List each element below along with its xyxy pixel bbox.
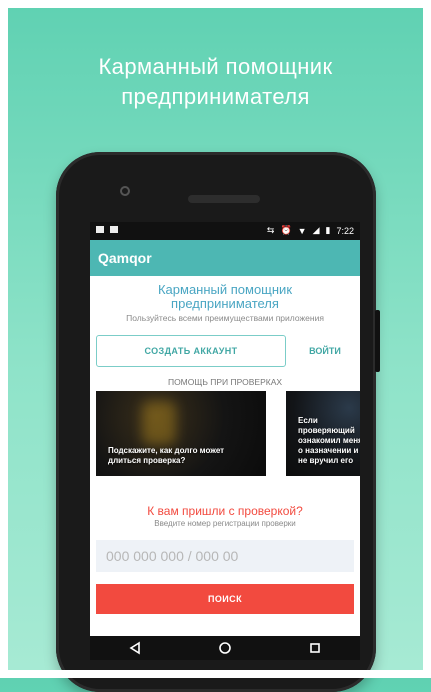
hero-subtitle: Пользуйтесь всеми преимуществами приложе… [126, 313, 324, 323]
help-card-1[interactable]: Подскажите, как долго может длиться пров… [96, 391, 266, 476]
alarm-icon: ⏰ [280, 225, 292, 235]
wifi-icon: ▼ [297, 225, 307, 236]
login-button[interactable]: ВОЙТИ [300, 335, 350, 367]
help-card-text: Подскажите, как долго может длиться пров… [108, 446, 225, 465]
android-nav-bar [90, 636, 360, 660]
hero-title-line-2: предпринимателя [171, 296, 279, 311]
status-bar: ⇆ ⏰ ▼ ◢ ▮ 7:22 [90, 222, 360, 240]
notification-icon [110, 226, 118, 233]
recents-icon[interactable] [303, 636, 327, 660]
promo-headline: Карманный помощник предпринимателя [0, 52, 431, 112]
create-account-button[interactable]: СОЗДАТЬ АККАУНТ [96, 335, 286, 367]
card-image [142, 401, 176, 445]
status-right-icons: ⇆ ⏰ ▼ ◢ ▮ 7:22 [267, 225, 354, 236]
help-section-heading: ПОМОЩЬ ПРИ ПРОВЕРКАХ [167, 377, 283, 387]
app-screen: ⇆ ⏰ ▼ ◢ ▮ 7:22 Qamqor Карманный помощник… [90, 222, 360, 660]
back-icon[interactable] [123, 636, 147, 660]
status-time: 7:22 [336, 225, 354, 236]
inspection-title: К вам пришли с проверкой? [147, 504, 303, 518]
sync-icon: ⇆ [266, 225, 275, 235]
image-icon [96, 226, 104, 233]
phone-mockup: ⇆ ⏰ ▼ ◢ ▮ 7:22 Qamqor Карманный помощник… [56, 152, 380, 692]
signal-icon: ◢ [312, 225, 320, 235]
status-left-icons [96, 226, 118, 233]
app-title: Qamqor [98, 250, 152, 266]
hero-title: Карманный помощник предпринимателя [90, 283, 360, 311]
front-camera [120, 186, 130, 196]
phone-speaker [188, 195, 260, 203]
app-bar: Qamqor [90, 240, 360, 276]
search-button[interactable]: ПОИСК [96, 584, 354, 614]
promo-line-1: Карманный помощник [98, 54, 333, 79]
promo-line-2: предпринимателя [121, 84, 310, 109]
phone-side-button [375, 310, 380, 372]
hero-title-line-1: Карманный помощник [157, 282, 293, 297]
help-card-text: Если проверяющий ознакомил меня о назнач… [298, 416, 360, 465]
battery-icon: ▮ [325, 225, 331, 235]
home-icon[interactable] [213, 636, 237, 660]
help-card-2[interactable]: Если проверяющий ознакомил меня о назнач… [286, 391, 360, 476]
inspection-subtitle: Введите номер регистрации проверки [154, 519, 296, 528]
inspection-number-input[interactable] [96, 540, 354, 572]
